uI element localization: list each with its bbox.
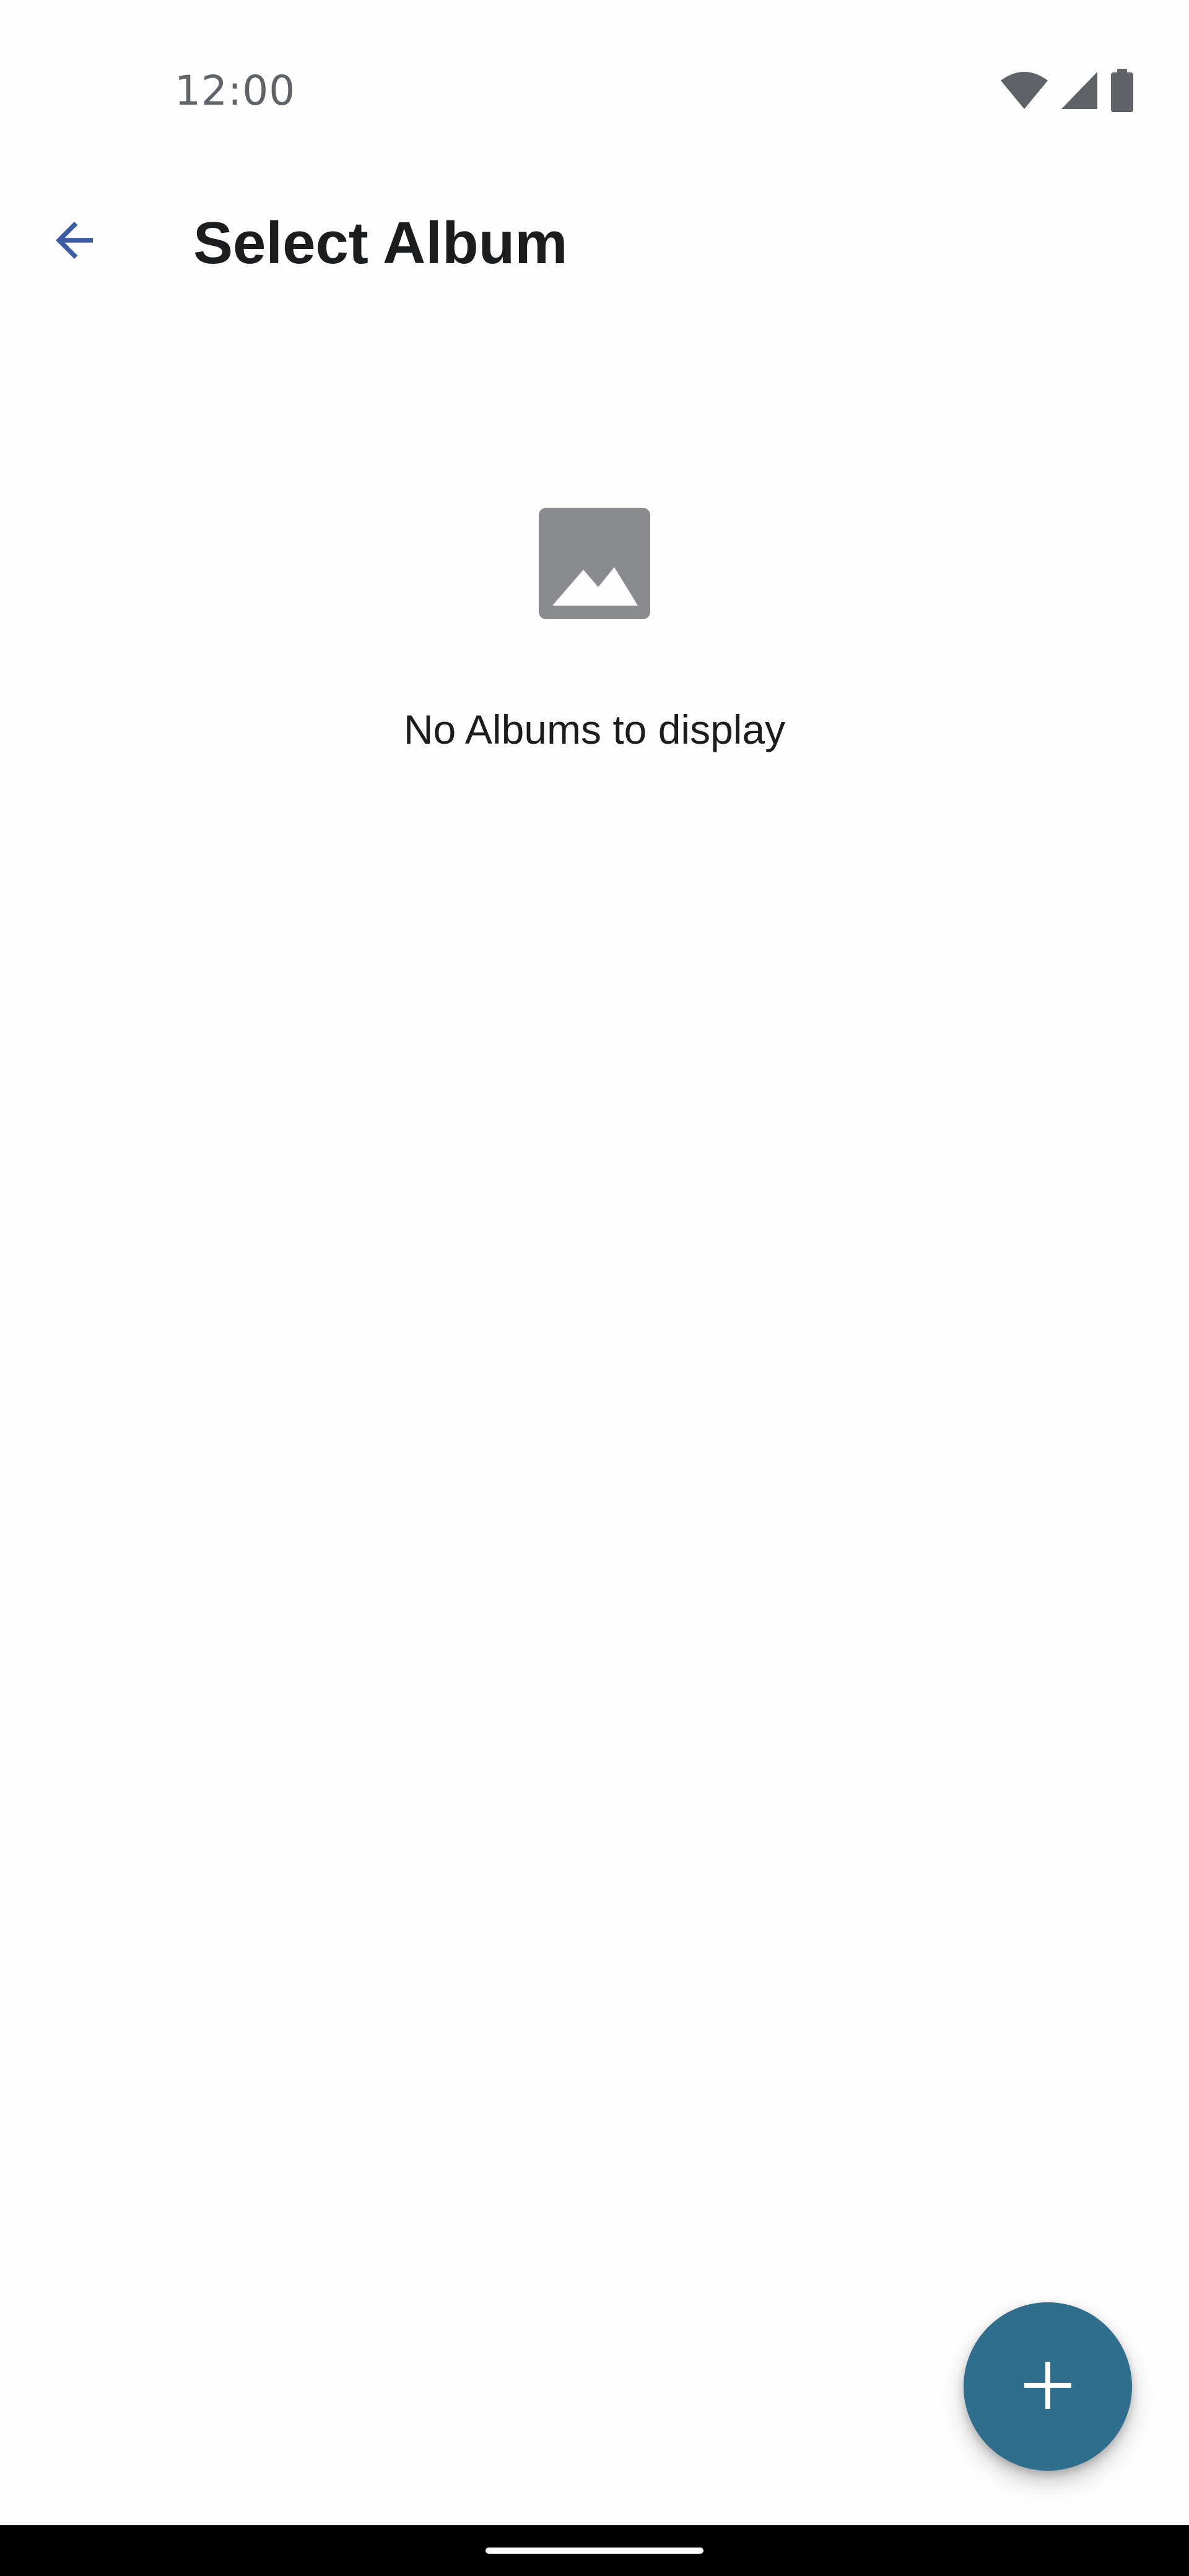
page-title: Select Album [193, 210, 568, 276]
arrow-back-icon [46, 212, 102, 271]
plus-icon [1024, 2361, 1071, 2412]
image-placeholder-icon [0, 508, 1189, 619]
empty-state: No Albums to display [0, 508, 1189, 753]
wifi-icon [1000, 71, 1049, 110]
battery-icon [1110, 69, 1135, 112]
status-bar: 12:00 [0, 0, 1189, 186]
add-album-button[interactable] [964, 2302, 1132, 2471]
select-album-screen: 12:00 Select Album No Albums to display [0, 0, 1189, 2576]
empty-state-message: No Albums to display [403, 707, 786, 752]
status-icons [1000, 66, 1135, 115]
status-time: 12:00 [175, 67, 296, 115]
navigation-bar [0, 2525, 1189, 2576]
app-bar: Select Album [0, 186, 1189, 297]
back-button[interactable] [31, 198, 118, 285]
home-gesture-handle[interactable] [486, 2548, 703, 2554]
cellular-signal-icon [1060, 71, 1099, 110]
